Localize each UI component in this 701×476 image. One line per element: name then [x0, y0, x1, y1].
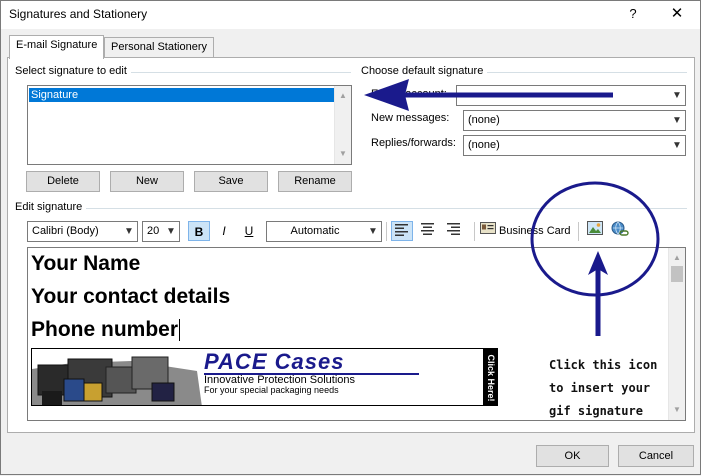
new-messages-select[interactable]: (none) ▼ [463, 110, 686, 131]
hyperlink-icon [611, 221, 629, 240]
font-color-select[interactable]: Automatic ▼ [266, 221, 382, 242]
save-button[interactable]: Save [194, 171, 268, 192]
close-button[interactable]: ✕ [665, 4, 689, 24]
chevron-down-icon[interactable]: ▼ [120, 222, 137, 241]
new-messages-label: New messages: [371, 112, 450, 124]
help-button[interactable]: ? [623, 4, 643, 24]
group-divider [15, 208, 687, 209]
font-color-value: Automatic [290, 225, 340, 237]
business-card-label: Business Card [499, 225, 571, 237]
scroll-down-icon[interactable]: ▼ [335, 146, 351, 162]
align-left-icon [395, 224, 409, 239]
signature-name-line: Your Name [31, 252, 141, 275]
new-button[interactable]: New [110, 171, 184, 192]
banner-brand: PACE Cases [204, 349, 345, 374]
signature-phone-text: Phone number [31, 318, 179, 341]
scroll-up-icon[interactable]: ▲ [335, 88, 351, 104]
align-center-icon [421, 223, 435, 238]
annotation-text-3: gif signature [549, 404, 643, 418]
text-cursor [179, 319, 181, 342]
banner-side-strip: Click Here! [483, 349, 497, 405]
business-card-button[interactable]: Business Card [480, 221, 572, 241]
font-size-select[interactable]: 20 ▼ [142, 221, 180, 242]
email-account-label: E-mail account: [371, 88, 447, 100]
toolbar-separator [474, 222, 475, 241]
align-left-button[interactable] [391, 221, 413, 241]
align-right-button[interactable] [443, 221, 465, 241]
tab-email-signature[interactable]: E-mail Signature [9, 35, 105, 59]
toolbar-separator [386, 222, 387, 241]
picture-icon [587, 221, 603, 238]
list-item[interactable]: Signature [29, 88, 335, 102]
ok-button[interactable]: OK [536, 445, 609, 467]
tab-email-signature-label: E-mail Signature [16, 39, 98, 51]
font-name-select[interactable]: Calibri (Body) ▼ [27, 221, 138, 242]
underline-button[interactable]: U [239, 221, 259, 241]
bold-button[interactable]: B [188, 221, 210, 241]
window-title: Signatures and Stationery [9, 7, 148, 21]
scroll-up-icon[interactable]: ▲ [669, 250, 685, 266]
rename-button[interactable]: Rename [278, 171, 352, 192]
tab-personal-stationery-label: Personal Stationery [111, 41, 207, 53]
signature-list[interactable]: Signature ▲ ▼ [27, 85, 352, 165]
scroll-down-icon[interactable]: ▼ [669, 402, 685, 418]
annotation-text-1: Click this icon [549, 358, 658, 372]
signature-banner-image[interactable]: PACE Cases Innovative Protection Solutio… [31, 348, 498, 406]
list-scrollbar[interactable]: ▲ ▼ [334, 86, 351, 164]
banner-click-here: Click Here! [486, 354, 496, 402]
business-card-icon [480, 221, 496, 241]
replies-forwards-value: (none) [468, 139, 500, 151]
scroll-thumb[interactable] [671, 266, 683, 282]
font-size-value: 20 [147, 225, 160, 237]
select-signature-label: Select signature to edit [15, 65, 131, 77]
replies-forwards-select[interactable]: (none) ▼ [463, 135, 686, 156]
insert-picture-button[interactable] [585, 221, 605, 241]
align-right-icon [447, 223, 461, 238]
signature-contact-line: Your contact details [31, 285, 231, 308]
email-account-select[interactable]: ▼ [456, 85, 686, 106]
banner-tagline-2: For your special packaging needs [204, 385, 339, 395]
signature-phone-line: Phone number [31, 318, 181, 342]
signatures-dialog: Signatures and Stationery ? ✕ E-mail Sig… [0, 0, 701, 475]
cancel-button[interactable]: Cancel [618, 445, 694, 467]
edit-signature-label: Edit signature [15, 201, 87, 213]
editor-scrollbar[interactable]: ▲ ▼ [668, 248, 685, 420]
replies-forwards-label: Replies/forwards: [371, 137, 456, 149]
font-name-value: Calibri (Body) [32, 225, 99, 237]
title-bar: Signatures and Stationery ? ✕ [1, 1, 700, 29]
tab-personal-stationery[interactable]: Personal Stationery [104, 37, 214, 59]
toolbar-separator [578, 222, 579, 241]
chevron-down-icon[interactable]: ▼ [668, 86, 685, 105]
cases-photo-icon [32, 356, 202, 405]
new-messages-value: (none) [468, 114, 500, 126]
insert-hyperlink-button[interactable] [610, 221, 630, 241]
italic-button[interactable]: I [214, 221, 234, 241]
chevron-down-icon[interactable]: ▼ [162, 222, 179, 241]
default-signature-label: Choose default signature [361, 65, 488, 77]
chevron-down-icon[interactable]: ▼ [364, 222, 381, 241]
annotation-text-2: to insert your [549, 381, 651, 395]
chevron-down-icon[interactable]: ▼ [668, 111, 685, 130]
chevron-down-icon[interactable]: ▼ [668, 136, 685, 155]
align-center-button[interactable] [417, 221, 439, 241]
delete-button[interactable]: Delete [26, 171, 100, 192]
